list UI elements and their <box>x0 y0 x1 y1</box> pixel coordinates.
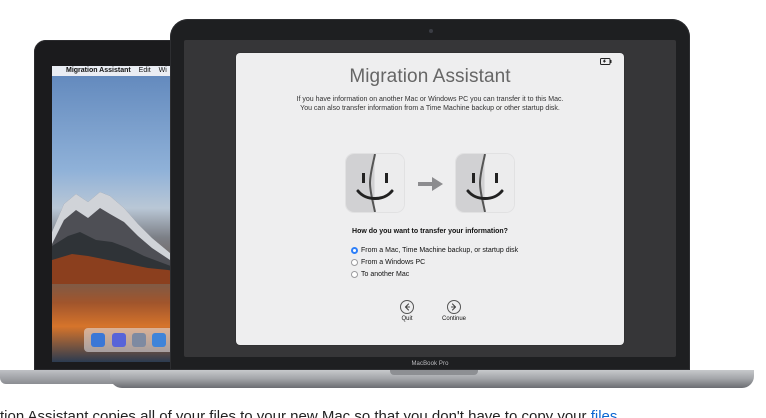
launchpad-dock-icon[interactable] <box>131 333 146 347</box>
front-laptop-screen: Migration Assistant If you have informat… <box>184 40 676 357</box>
option-from-mac[interactable]: From a Mac, Time Machine backup, or star… <box>351 245 531 256</box>
front-laptop: Migration Assistant If you have informat… <box>170 19 690 370</box>
radio-from-windows[interactable] <box>351 259 358 266</box>
info-line-1: If you have information on another Mac o… <box>296 96 564 103</box>
info-line-2: You can also transfer information from a… <box>300 105 560 112</box>
menu-edit[interactable]: Edit <box>139 67 151 74</box>
destination-finder-icon <box>456 154 514 212</box>
caption-text: tion Assistant copies all of your files … <box>0 409 591 418</box>
caption-link[interactable]: files <box>591 409 618 418</box>
menu-app-name[interactable]: Migration Assistant <box>66 67 131 74</box>
radio-to-another-mac[interactable] <box>351 271 358 278</box>
laptop-base-notch <box>390 370 478 375</box>
page-title: Migration Assistant <box>349 66 511 87</box>
option-to-another-mac[interactable]: To another Mac <box>351 269 531 280</box>
back-arrow-icon <box>400 300 414 314</box>
info-text: If you have information on another Mac o… <box>236 95 624 113</box>
option-from-windows[interactable]: From a Windows PC <box>351 257 531 268</box>
safari-dock-icon[interactable] <box>152 333 167 347</box>
menu-window[interactable]: Wi <box>159 67 167 74</box>
finder-dock-icon[interactable] <box>91 333 106 347</box>
continue-label: Continue <box>441 316 467 322</box>
radio-from-mac[interactable] <box>351 247 358 254</box>
front-laptop-base <box>110 370 754 388</box>
bottom-caption: tion Assistant copies all of your files … <box>0 409 766 418</box>
quit-label: Quit <box>401 316 413 322</box>
option-from-mac-label: From a Mac, Time Machine backup, or star… <box>361 247 519 254</box>
arrow-right-icon <box>418 177 443 191</box>
laptop-model-label: MacBook Pro <box>411 361 449 367</box>
transfer-question: How do you want to transfer your informa… <box>352 228 508 235</box>
camera-icon <box>429 29 433 33</box>
option-from-windows-label: From a Windows PC <box>361 259 426 266</box>
option-to-another-mac-label: To another Mac <box>361 271 410 278</box>
siri-dock-icon[interactable] <box>111 333 126 347</box>
migration-assistant-window: Migration Assistant If you have informat… <box>236 53 624 345</box>
continue-button[interactable]: Continue <box>424 300 484 322</box>
forward-arrow-icon <box>447 300 461 314</box>
source-finder-icon <box>346 154 404 212</box>
